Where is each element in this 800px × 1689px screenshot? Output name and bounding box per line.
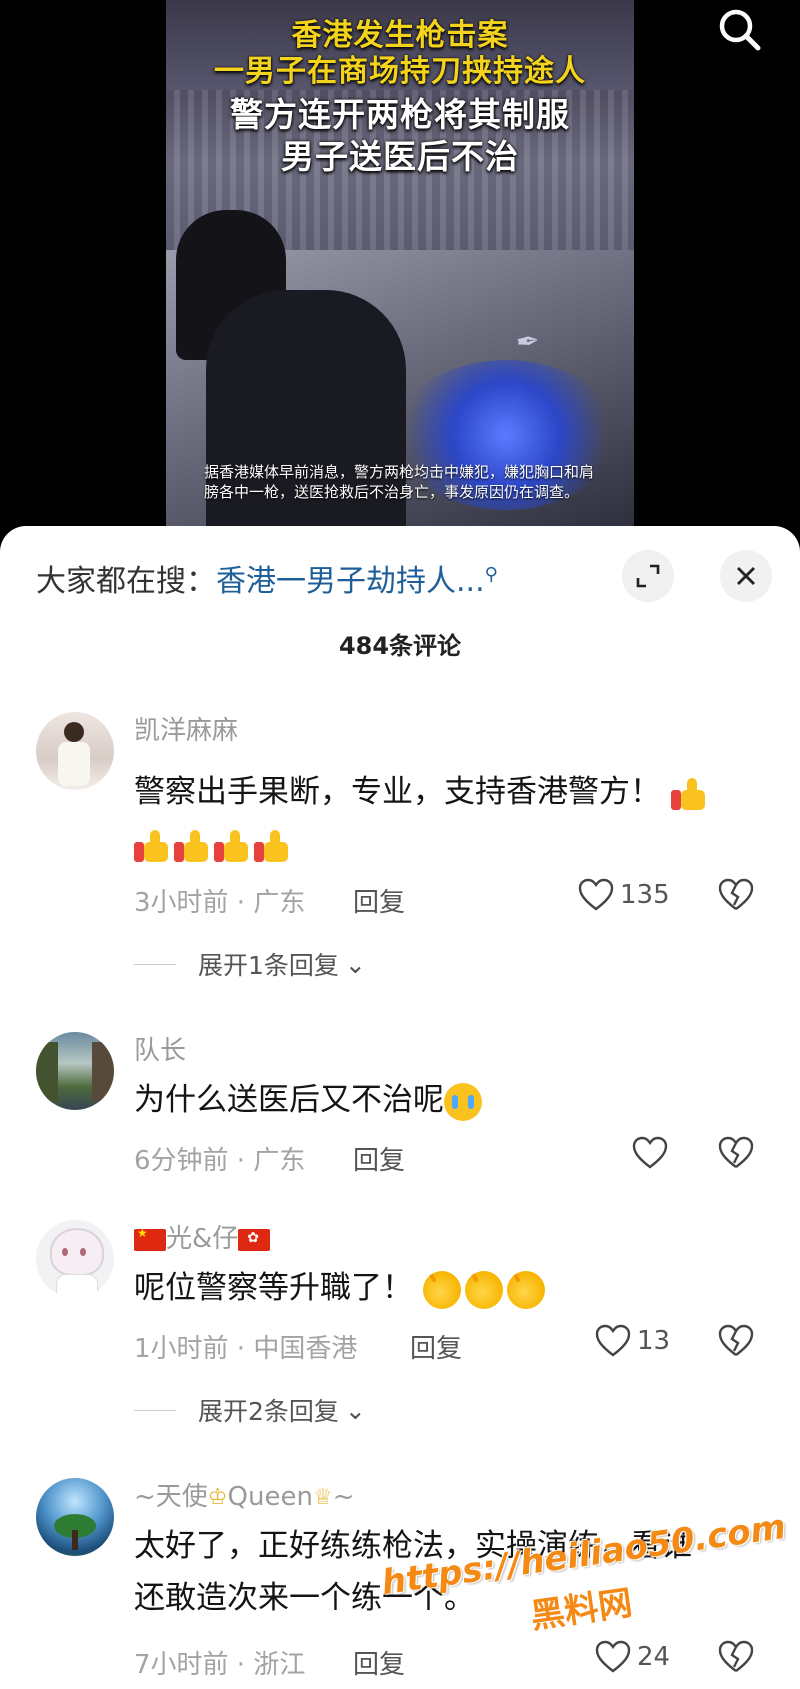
username-text: 光&仔 [166,1224,239,1254]
thumbs-up-emoji-icon [214,828,250,864]
like-count: 13 [637,1326,671,1356]
avatar[interactable] [36,1032,114,1110]
reply-button[interactable]: 回复 [353,1140,405,1177]
avatar[interactable] [36,1220,114,1298]
video-caption-headline: 警方连开两枪将其制服 [230,95,570,134]
expand-replies-button[interactable]: 展开2条回复 ⌄ [134,1392,366,1428]
video-caption-title: 一男子在商场持刀挟持途人 [214,54,586,89]
clapping-hands-emoji-icon [422,1270,461,1309]
broken-heart-icon [718,1136,754,1168]
like-count: 24 [637,1642,671,1672]
broken-heart-icon [718,1640,754,1672]
divider [134,963,176,965]
video-frame: ✒ 香港发生枪击案 一男子在商场持刀挟持途人 警方连开两枪将其制服 男子送医后不… [166,0,634,540]
reply-button[interactable]: 回复 [353,1644,405,1681]
crying-emoji-icon [444,1082,482,1121]
like-button[interactable]: 24 [595,1640,670,1674]
comment-username[interactable]: ~天使♔Queen♕~ [134,1476,354,1513]
video-logo-stamp: ✒ [514,323,542,360]
trending-search-keyword[interactable]: 香港一男子劫持人... [216,564,485,599]
broken-heart-icon [718,878,754,910]
china-flag-icon [134,1226,166,1251]
like-button[interactable] [632,1136,674,1170]
thumbs-up-emoji-icon [134,828,170,864]
reply-button[interactable]: 回复 [410,1328,462,1365]
comment-meta: 7小时前 · 浙江 [134,1650,306,1680]
dislike-button[interactable] [718,1640,754,1678]
expand-button[interactable] [622,550,674,602]
heart-icon [595,1640,631,1673]
close-icon [737,567,755,585]
avatar[interactable] [36,712,114,790]
comment-count: 484条评论 [338,632,462,660]
clapping-hands-emoji-icon [464,1270,503,1309]
reply-button[interactable]: 回复 [353,882,405,919]
expand-replies-label: 展开2条回复 [198,1397,339,1426]
username-text: Queen [227,1482,313,1512]
crown-icon: ♕ [312,1485,333,1510]
hong-kong-flag-icon [238,1228,271,1251]
like-count: 135 [620,880,670,910]
broken-heart-icon [718,1324,754,1356]
comment-text: 为什么送医后又不治呢 [134,1074,754,1126]
like-button[interactable]: 135 [578,878,670,912]
search-icon: ⚲ [484,564,498,585]
comment-text-content: 警察出手果断，专业，支持香港警方！ [134,774,661,810]
dislike-button[interactable] [718,878,754,916]
crown-icon: ♔ [207,1485,228,1510]
thumbs-up-emoji-icon [670,776,707,812]
avatar[interactable] [36,1478,114,1556]
comment-text: 警察出手果断，专业，支持香港警方！ [134,766,754,870]
expand-icon [636,564,660,588]
heart-icon [578,878,614,911]
comment-text-content: 为什么送医后又不治呢 [134,1082,444,1118]
comment-meta: 1小时前 · 中国香港 [134,1334,358,1364]
comment-username[interactable]: 光&仔 [134,1218,271,1255]
dislike-button[interactable] [718,1136,754,1174]
username-text: ~天使 [134,1482,208,1512]
heart-icon [595,1324,631,1357]
search-icon [719,9,761,51]
video-scene-officer [206,290,406,540]
expand-replies-label: 展开1条回复 [198,951,339,980]
comment-text-content: 呢位警察等升職了！ [134,1270,413,1306]
chevron-down-icon: ⌄ [344,1395,366,1425]
video-subtitle: 据香港媒体早前消息，警方两枪均击中嫌犯，嫌犯胸口和肩膀各中一枪，送医抢救后不治身… [204,463,595,501]
comment-meta: 6分钟前 · 广东 [134,1146,306,1176]
video-caption-headline: 男子送医后不治 [281,137,519,176]
clapping-hands-emoji-icon [506,1270,545,1309]
video-player[interactable]: ✒ 香港发生枪击案 一男子在商场持刀挟持途人 警方连开两枪将其制服 男子送医后不… [0,0,800,540]
comment-username[interactable]: 队长 [134,1030,186,1067]
comment-text: 呢位警察等升職了！ [134,1262,754,1314]
thumbs-up-emoji-icon [254,828,290,864]
divider [134,1409,176,1411]
close-button[interactable] [720,550,772,602]
like-button[interactable]: 13 [595,1324,670,1358]
comment-meta: 3小时前 · 广东 [134,888,306,918]
heart-icon [632,1136,668,1169]
comment-username[interactable]: 凯洋麻麻 [134,710,238,747]
trending-search-label: 大家都在搜： [36,564,216,599]
search-button[interactable] [712,0,770,58]
thumbs-up-emoji-icon [174,828,210,864]
expand-replies-button[interactable]: 展开1条回复 ⌄ [134,946,366,982]
trending-search[interactable]: 大家都在搜：香港一男子劫持人...⚲ [36,556,498,600]
chevron-down-icon: ⌄ [344,949,366,979]
dislike-button[interactable] [718,1324,754,1362]
username-text: ~ [332,1482,355,1512]
